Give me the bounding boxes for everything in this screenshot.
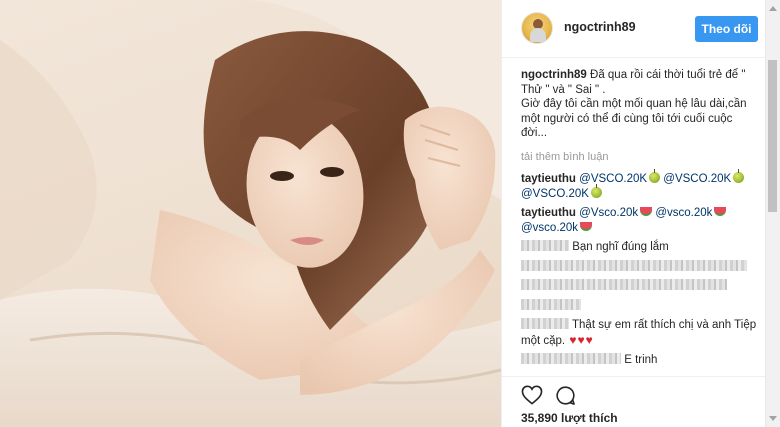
scroll-down-arrow-icon[interactable] xyxy=(769,416,777,421)
comment-username[interactable]: taytieuthu xyxy=(521,173,576,185)
green-apple-icon xyxy=(590,183,602,198)
follow-button[interactable]: Theo dõi xyxy=(695,16,758,42)
comment-bubble-icon[interactable] xyxy=(555,385,576,409)
likes-count[interactable]: 35,890 lượt thích xyxy=(521,411,618,425)
action-bar xyxy=(502,376,766,405)
blurred-comment xyxy=(521,298,759,314)
header-username[interactable]: ngoctrinh89 xyxy=(564,20,636,34)
watermelon-icon xyxy=(640,207,653,216)
scrollbar[interactable] xyxy=(765,0,780,427)
scroll-up-arrow-icon[interactable] xyxy=(769,6,777,11)
photo-illustration xyxy=(0,0,501,427)
blurred-text xyxy=(521,259,747,271)
avatar-figure-body xyxy=(530,28,546,42)
blurred-text xyxy=(521,298,581,310)
mention-link[interactable]: @VSCO.20K xyxy=(663,173,731,185)
comment-item: taytieuthu @VSCO.20K @VSCO.20K @VSCO.20K xyxy=(521,169,759,201)
instagram-post: ngoctrinh89 Theo dõi ngoctrinh89 Đã qua … xyxy=(0,0,780,427)
caption: ngoctrinh89 Đã qua rồi cái thời tuổi trẻ… xyxy=(521,68,759,141)
green-apple-icon xyxy=(733,169,745,183)
red-heart-icon: ♥ xyxy=(585,332,593,347)
blurred-username xyxy=(521,240,569,251)
mention-link[interactable]: @vsco.20k xyxy=(655,207,712,219)
comment-item: Thật sự em rất thích chị và anh Tiệp một… xyxy=(521,318,759,348)
comment-text: Bạn nghĩ đúng lắm xyxy=(572,241,669,253)
blurred-username xyxy=(521,318,569,329)
scrollbar-thumb[interactable] xyxy=(768,60,777,212)
watermelon-icon xyxy=(714,207,727,216)
heart-outline-icon[interactable] xyxy=(521,385,543,408)
blurred-comment xyxy=(521,279,759,294)
blurred-text xyxy=(521,279,727,290)
load-more-comments-link[interactable]: tải thêm bình luận xyxy=(521,150,759,165)
red-heart-icon: ♥ xyxy=(569,332,577,347)
post-photo[interactable] xyxy=(0,0,501,427)
blurred-comment xyxy=(521,259,759,275)
comment-username[interactable]: taytieuthu xyxy=(521,207,576,219)
comment-item: taytieuthu @Vsco.20k @vsco.20k @vsco.20k xyxy=(521,206,759,235)
green-apple-icon xyxy=(649,169,661,183)
mention-link[interactable]: @VSCO.20K xyxy=(579,173,647,185)
caption-username[interactable]: ngoctrinh89 xyxy=(521,69,587,81)
red-heart-icon: ♥ xyxy=(577,332,585,347)
watermelon-icon xyxy=(580,221,593,231)
blurred-username xyxy=(521,353,621,364)
mention-link[interactable]: @VSCO.20K xyxy=(521,188,589,200)
mention-link[interactable]: @vsco.20k xyxy=(521,222,578,234)
side-panel: ngoctrinh89 Theo dõi ngoctrinh89 Đã qua … xyxy=(501,0,780,427)
mention-link[interactable]: @Vsco.20k xyxy=(579,207,638,219)
post-header: ngoctrinh89 Theo dõi xyxy=(502,0,766,58)
comment-item: E trinh xyxy=(521,353,759,368)
comments-list: ngoctrinh89 Đã qua rồi cái thời tuổi trẻ… xyxy=(521,68,759,373)
comment-text: E trinh xyxy=(624,354,658,366)
avatar[interactable] xyxy=(521,12,553,44)
comment-item: Bạn nghĩ đúng lắm xyxy=(521,240,759,255)
